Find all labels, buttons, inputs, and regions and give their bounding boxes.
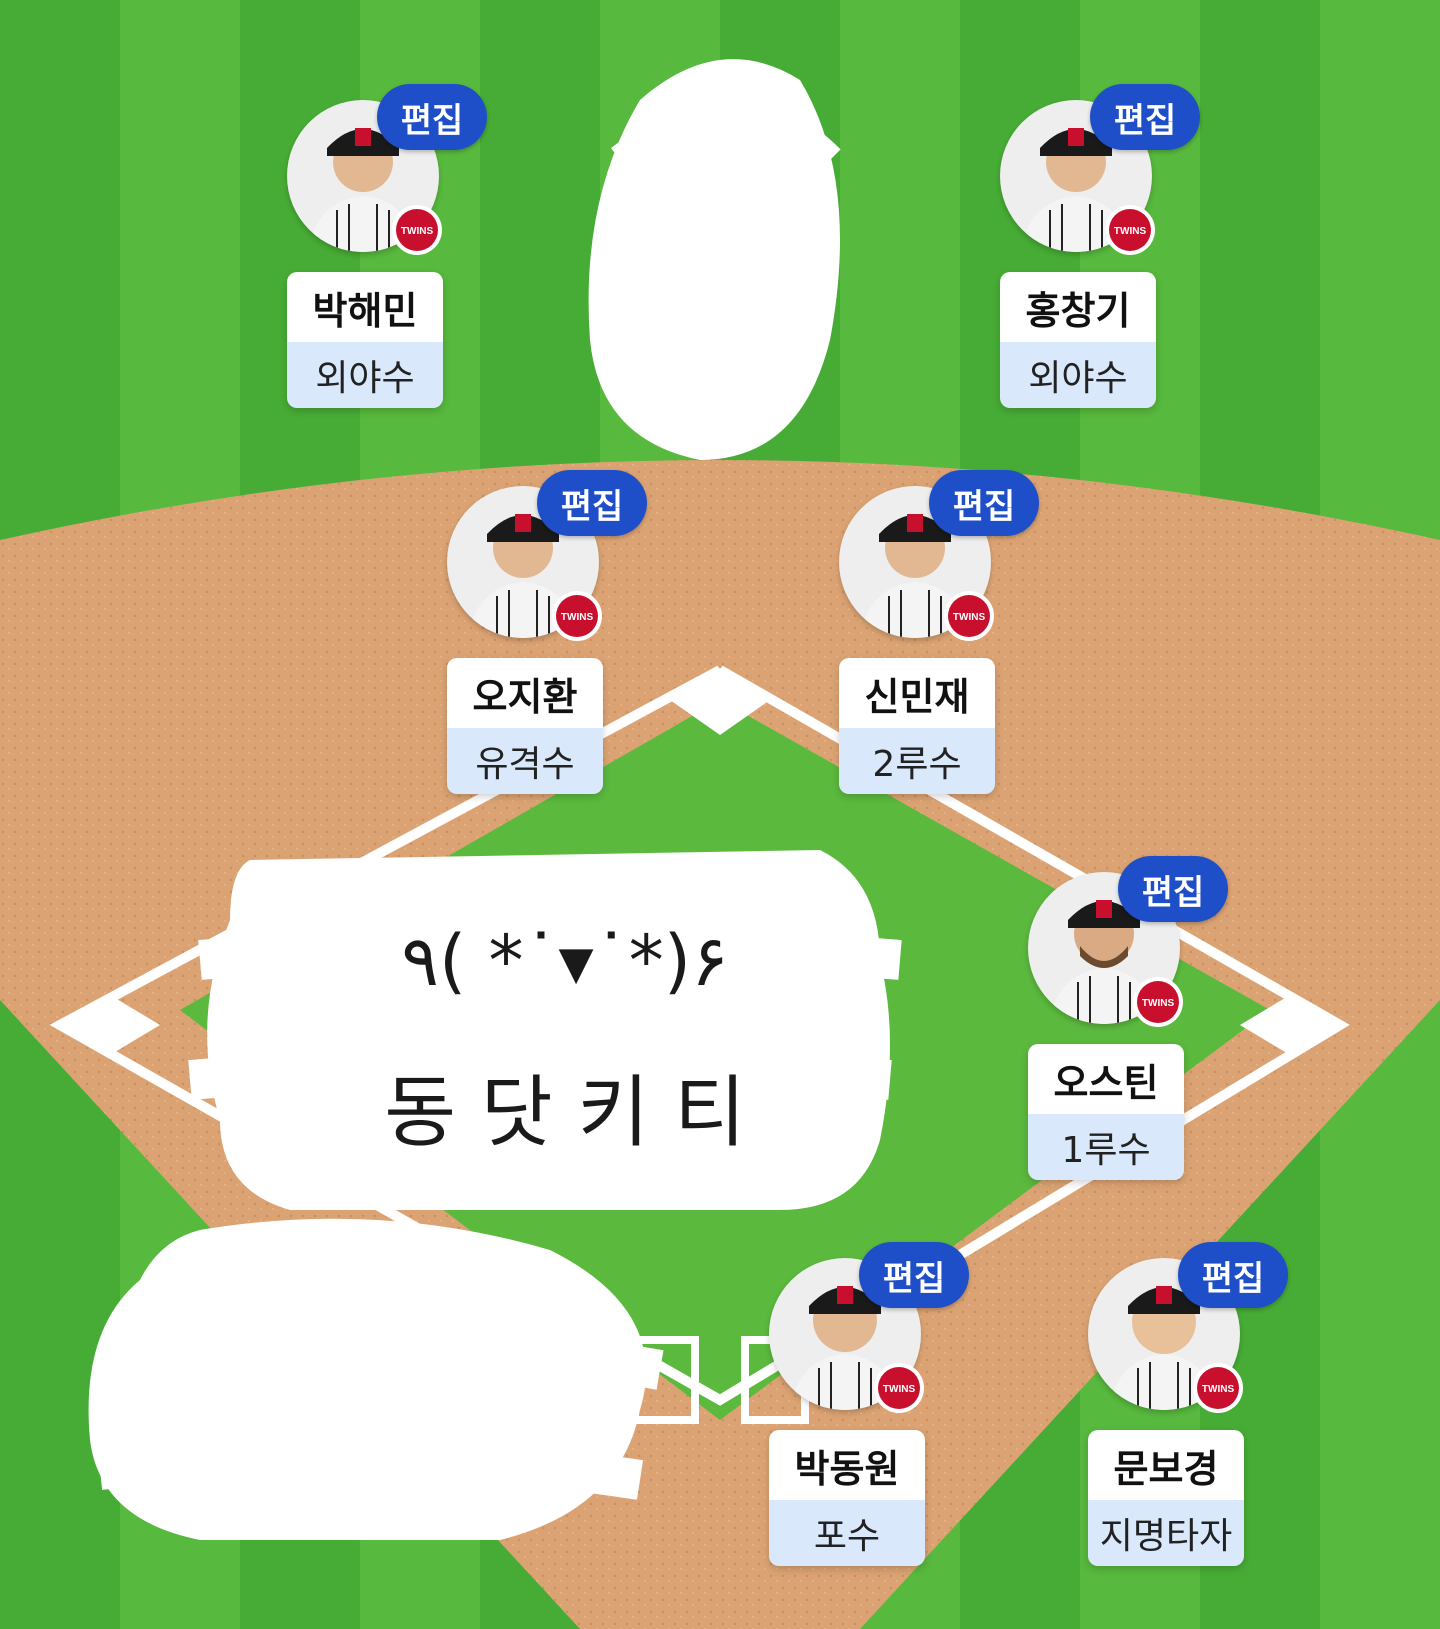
edit-button[interactable]: 편집 (1178, 1242, 1288, 1308)
svg-text:TWINS: TWINS (1202, 1384, 1235, 1395)
player-name: 오스틴 (1028, 1044, 1184, 1114)
player-name: 오지환 (447, 658, 603, 728)
player-name: 문보경 (1088, 1430, 1244, 1500)
team-logo-icon: TWINS (1193, 1363, 1243, 1413)
svg-text:TWINS: TWINS (1114, 226, 1147, 237)
team-logo-icon: TWINS (552, 591, 602, 641)
redaction-scribble-top (588, 59, 841, 461)
player-name: 박동원 (769, 1430, 925, 1500)
svg-text:TWINS: TWINS (401, 226, 434, 237)
edit-button[interactable]: 편집 (377, 84, 487, 150)
player-position: 유격수 (447, 728, 603, 794)
overlay-caption: 동 닷 키 티 (384, 1068, 746, 1158)
team-logo-icon: TWINS (874, 1363, 924, 1413)
redaction-scribble-bottom (88, 1218, 664, 1540)
team-logo-icon: TWINS (1105, 205, 1155, 255)
player-name: 홍창기 (1000, 272, 1156, 342)
svg-text:TWINS: TWINS (953, 612, 986, 623)
team-logo-icon: TWINS (1133, 977, 1183, 1027)
edit-button[interactable]: 편집 (1118, 856, 1228, 922)
redaction-scribble-middle (188, 850, 902, 1210)
player-position: 외야수 (1000, 342, 1156, 408)
svg-text:TWINS: TWINS (1142, 998, 1175, 1009)
player-position: 지명타자 (1088, 1500, 1244, 1566)
overlay-emoticon: ٩( *˙▾˙*)۶ (401, 920, 729, 1002)
edit-button[interactable]: 편집 (929, 470, 1039, 536)
team-logo-icon: TWINS (392, 205, 442, 255)
player-position: 1루수 (1028, 1114, 1184, 1180)
svg-text:TWINS: TWINS (561, 612, 594, 623)
player-name: 박해민 (287, 272, 443, 342)
team-logo-icon: TWINS (944, 591, 994, 641)
svg-text:TWINS: TWINS (883, 1384, 916, 1395)
player-position: 2루수 (839, 728, 995, 794)
edit-button[interactable]: 편집 (859, 1242, 969, 1308)
edit-button[interactable]: 편집 (1090, 84, 1200, 150)
player-position: 포수 (769, 1500, 925, 1566)
player-position: 외야수 (287, 342, 443, 408)
player-name: 신민재 (839, 658, 995, 728)
